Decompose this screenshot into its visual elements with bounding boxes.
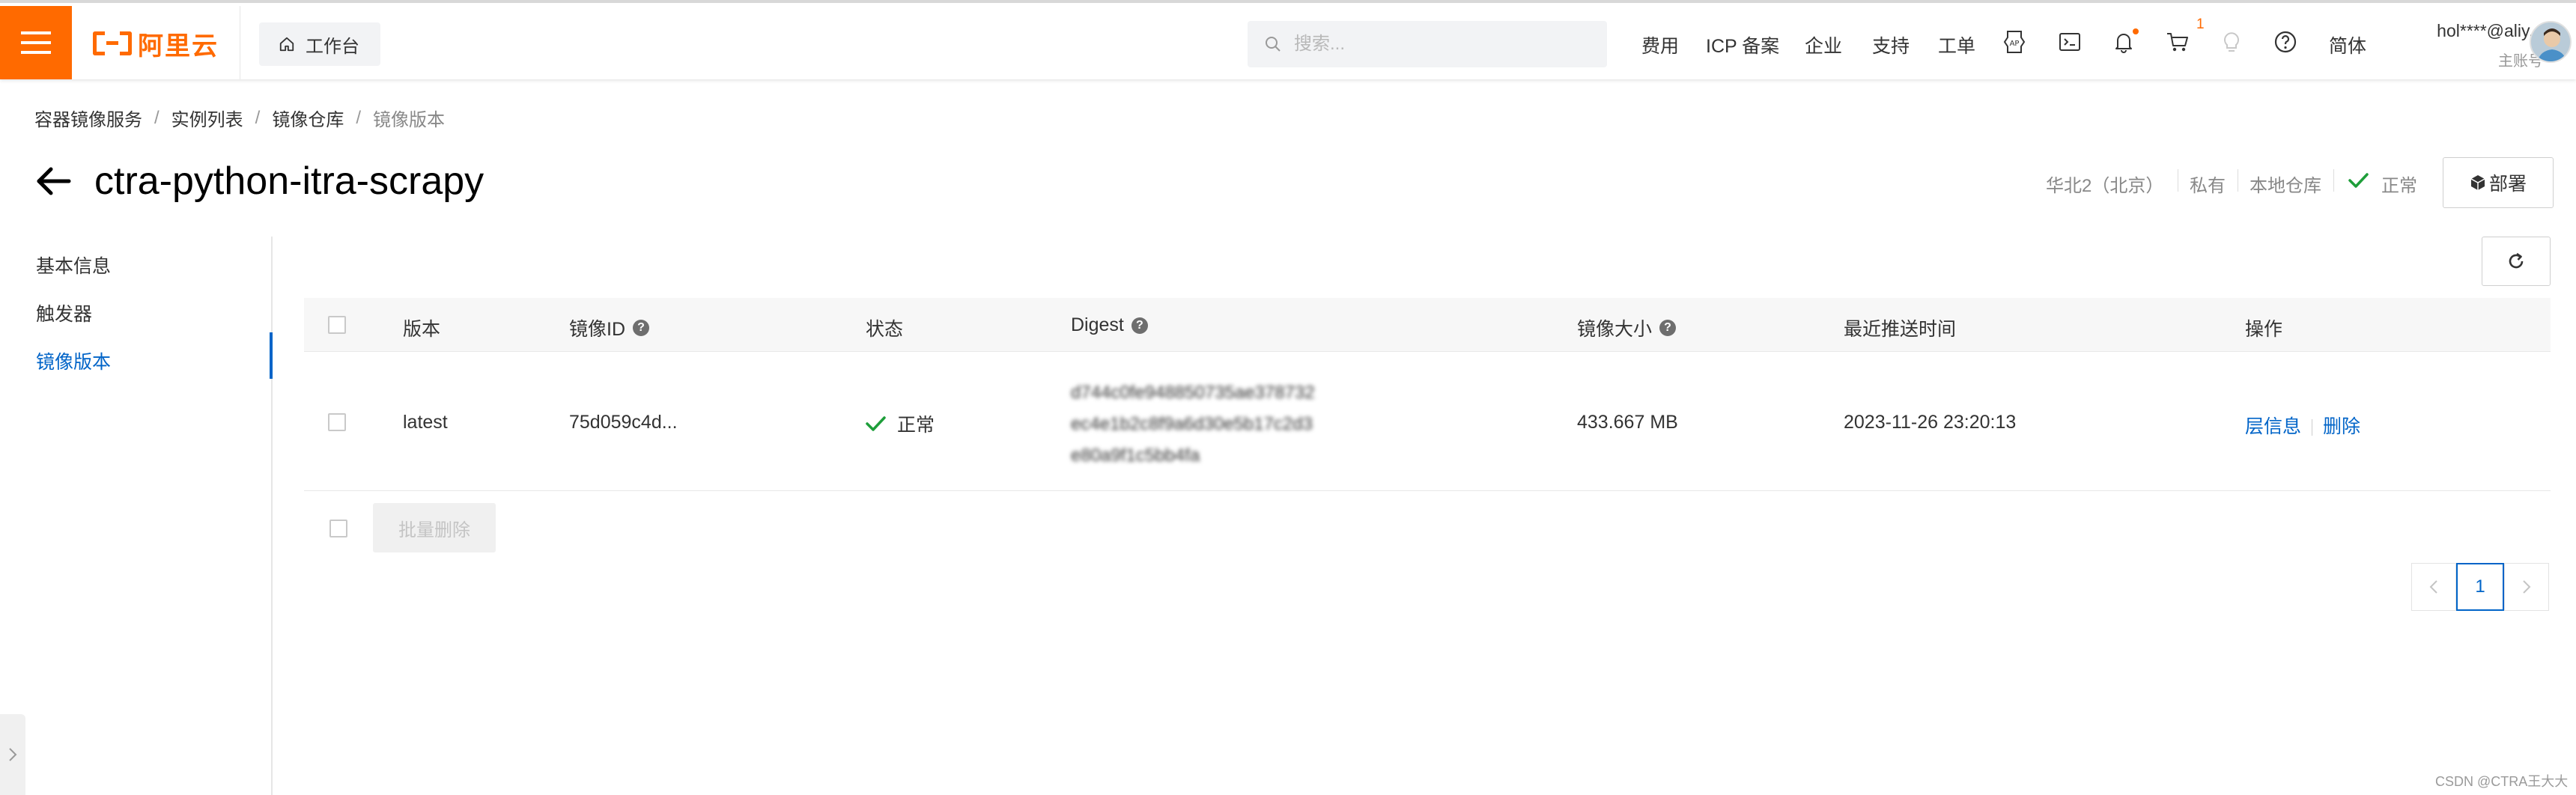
refresh-icon [2509,252,2524,269]
help-icon[interactable]: ? [633,320,650,336]
column-header-image-id-label: 镜像ID [569,319,626,340]
sidebar-active-indicator [270,332,273,379]
deploy-cube-icon [2470,175,2485,190]
cell-image-size: 433.667 MB [1577,412,1678,433]
page-title: ctra-python-itra-scrapy [94,159,484,203]
batch-delete-button[interactable]: 批量删除 [373,503,496,552]
global-search[interactable] [1248,21,1607,67]
search-input[interactable] [1294,34,1594,55]
user-account-menu[interactable]: hol****@aliy... 主账号 [2393,21,2543,70]
row-checkbox[interactable] [328,413,346,431]
chevron-left-icon [2429,580,2437,594]
column-header-status: 状态 [866,319,904,340]
lightbulb-icon[interactable] [2218,28,2245,55]
sidebar-item-triggers[interactable]: 触发器 [36,299,92,326]
breadcrumb-item-instances[interactable]: 实例列表 [171,105,243,131]
nav-ticket-link[interactable]: 工单 [1938,31,1975,58]
search-icon [1266,37,1281,52]
sidebar-divider [271,237,273,795]
watermark: CSDN @CTRA王大大 [2435,774,2569,789]
logo-text: 阿里云 [138,31,219,61]
divider [2333,169,2334,192]
help-icon[interactable]: ? [1659,320,1677,336]
user-name: hol****@aliy... [2437,21,2543,40]
nav-support-link[interactable]: 支持 [1872,31,1910,58]
sidebar-expand-toggle[interactable] [0,714,25,795]
hamburger-menu-button[interactable] [0,6,72,79]
aliyun-logo[interactable]: 阿里云 [93,27,219,61]
sidebar-item-image-versions[interactable]: 镜像版本 [36,347,111,374]
layer-info-link[interactable]: 层信息 [2245,416,2301,437]
avatar[interactable] [2530,21,2572,63]
breadcrumb-item-repositories[interactable]: 镜像仓库 [272,105,344,131]
user-role: 主账号 [2498,53,2543,70]
menu-icon [21,31,51,54]
aliyun-logo-mark-icon [93,31,132,55]
breadcrumb-separator: / [356,107,362,128]
help-icon[interactable]: ? [1131,317,1148,334]
cloud-shell-icon[interactable] [2056,28,2083,55]
cell-status: 正常 [864,410,935,437]
batch-select-checkbox[interactable] [329,520,347,537]
workbench-button[interactable]: 工作台 [259,22,380,66]
refresh-button[interactable] [2482,237,2551,286]
nav-icp-link[interactable]: ICP 备案 [1706,31,1779,58]
repo-visibility: 私有 [2190,176,2226,196]
deploy-button[interactable]: 部署 [2443,157,2554,208]
cell-digest: d744c0fe948850735ae378732ec4e1b2c8f9a6d3… [1071,383,1315,466]
pagination-page-1[interactable]: 1 [2456,563,2504,611]
repo-status: 正常 [2381,176,2417,196]
cell-last-push-time: 2023-11-26 23:20:13 [1844,412,2017,433]
column-header-version: 版本 [403,319,441,340]
cell-version: latest [403,412,448,433]
deploy-label: 部署 [2488,174,2527,195]
breadcrumb-item-registry-service[interactable]: 容器镜像服务 [34,105,142,131]
back-arrow-icon[interactable] [34,165,72,198]
cart-icon[interactable] [2164,28,2191,55]
svg-text:AP: AP [2010,40,2020,48]
notification-dot [2133,28,2139,34]
help-icon[interactable] [2272,28,2299,55]
pagination-next-button[interactable] [2504,563,2549,611]
chevron-right-icon [2523,580,2531,594]
column-header-image-size: 镜像大小 ? [1577,314,1677,341]
breadcrumb-separator: / [154,107,160,128]
column-header-digest: Digest ? [1071,314,1148,336]
delete-link[interactable]: 删除 [2323,416,2360,437]
select-all-checkbox[interactable] [328,316,346,334]
status-check-icon [866,416,886,431]
cell-image-id: 75d059c4d... [569,412,678,433]
sidebar-item-basic-info[interactable]: 基本信息 [36,252,111,278]
breadcrumb-item-current: 镜像版本 [373,110,446,130]
chevron-right-icon [9,748,17,761]
repo-type: 本地仓库 [2250,176,2321,196]
status-check-icon [2348,173,2369,188]
language-switch[interactable]: 简体 [2329,31,2366,58]
notification-bell-icon[interactable] [2110,28,2139,55]
repo-region: 华北2（北京） [2046,176,2164,196]
column-header-image-size-label: 镜像大小 [1577,319,1653,340]
api-icon[interactable]: AP [2001,28,2028,55]
nav-enterprise-link[interactable]: 企业 [1805,31,1842,58]
cell-actions: 层信息 删除 [2245,412,2360,439]
cart-count-badge: 1 [2196,16,2205,32]
column-header-actions: 操作 [2245,319,2283,340]
status-text: 正常 [897,415,935,436]
table-header: 版本 镜像ID ? 状态 Digest ? 镜像大小 ? 最近推送时间 操作 [304,298,2551,352]
nav-fees-link[interactable]: 费用 [1641,31,1679,58]
workbench-label: 工作台 [306,36,359,57]
breadcrumb-separator: / [255,107,261,128]
home-icon [279,37,294,52]
top-navigation-bar: 阿里云 工作台 费用 ICP 备案 企业 支持 工单 AP [0,0,2576,79]
column-header-last-push-time: 最近推送时间 [1844,319,1957,340]
pagination-prev-button[interactable] [2411,563,2456,611]
table-row: latest 75d059c4d... 正常 d744c0fe948850735… [304,352,2551,491]
column-header-image-id: 镜像ID ? [569,314,650,341]
column-header-digest-label: Digest [1071,314,1124,335]
breadcrumb: 容器镜像服务 / 实例列表 / 镜像仓库 / 镜像版本 [34,105,445,131]
